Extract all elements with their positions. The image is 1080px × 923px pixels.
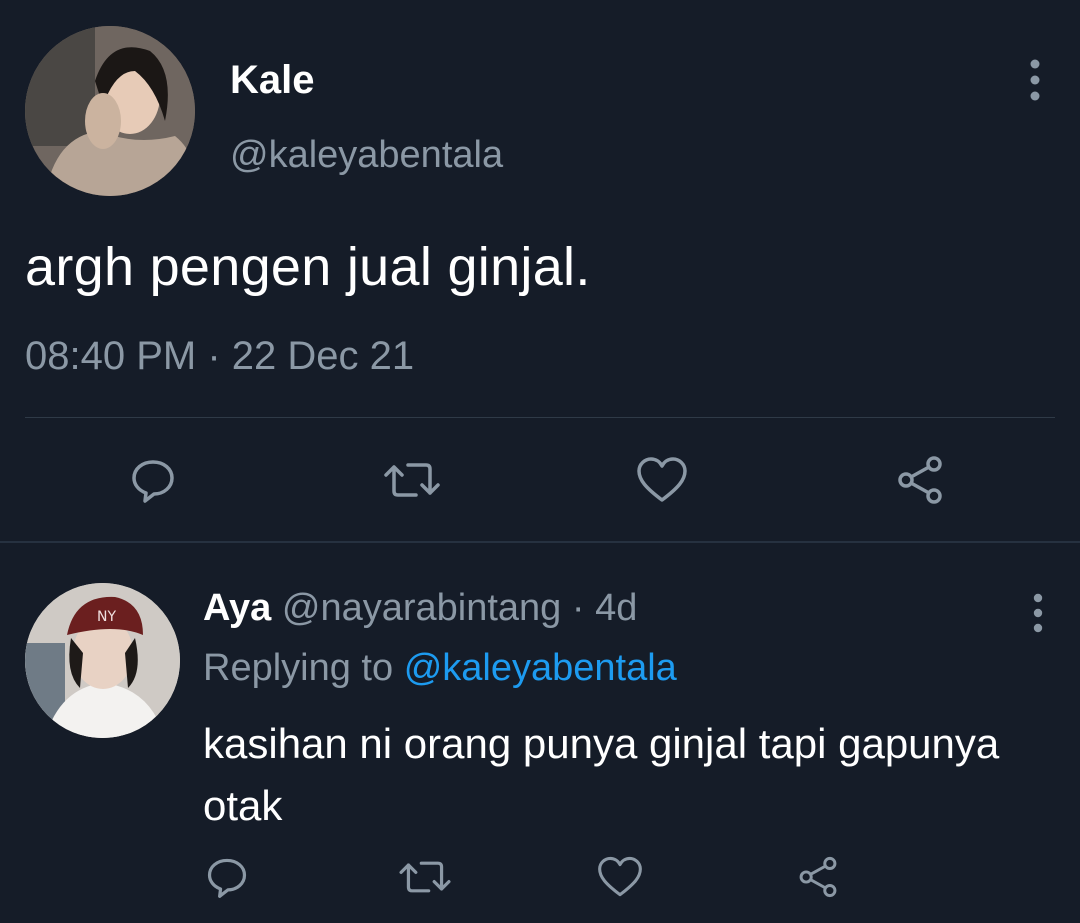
avatar[interactable] (25, 26, 195, 196)
retweet-icon[interactable] (380, 448, 444, 512)
divider (25, 417, 1055, 418)
more-vertical-icon[interactable] (1017, 58, 1053, 102)
action-bar (0, 843, 1080, 913)
tweet-text: kasihan ni orang punya ginjal tapi gapun… (203, 720, 1000, 829)
avatar-image (25, 26, 195, 196)
user-handle[interactable]: @nayarabintang (282, 587, 561, 629)
reply-tweet: NY Aya @nayarabintang · 4d Replying to @… (0, 543, 1080, 923)
display-name[interactable]: Kale (230, 58, 315, 103)
replying-to: Replying to @kaleyabentala (203, 647, 677, 690)
reply-icon[interactable] (195, 845, 259, 909)
heart-icon[interactable] (588, 845, 652, 909)
reply-header: Aya @nayarabintang · 4d (203, 587, 637, 630)
reply-icon[interactable] (121, 448, 185, 512)
mention-link[interactable]: @kaleyabentala (404, 647, 677, 689)
tweet-text: argh pengen jual ginjal. (25, 237, 591, 297)
replying-label: Replying to (203, 647, 394, 689)
share-icon[interactable] (786, 845, 850, 909)
tweet-age[interactable]: 4d (595, 587, 637, 629)
heart-icon[interactable] (630, 448, 694, 512)
more-vertical-icon[interactable] (1021, 593, 1055, 633)
timestamp[interactable]: 08:40 PM · 22 Dec 21 (25, 334, 414, 379)
main-tweet: Kale @kaleyabentala argh pengen jual gin… (0, 0, 1080, 541)
share-icon[interactable] (888, 448, 952, 512)
avatar-image: NY (25, 583, 180, 738)
svg-text:NY: NY (97, 609, 116, 625)
action-bar (0, 440, 1080, 520)
avatar[interactable]: NY (25, 583, 180, 738)
display-name[interactable]: Aya (203, 587, 271, 629)
user-handle[interactable]: @kaleyabentala (230, 134, 503, 177)
dot-separator: · (571, 587, 585, 629)
retweet-icon[interactable] (393, 845, 457, 909)
